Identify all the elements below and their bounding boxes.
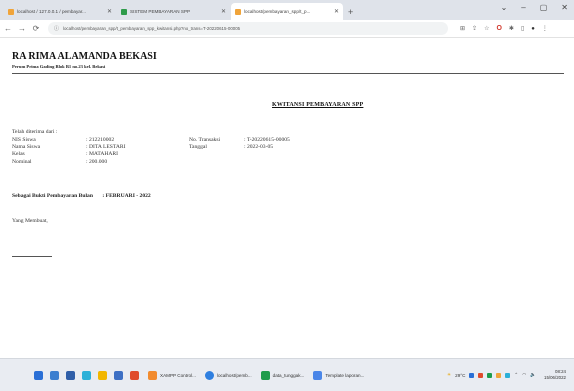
share-icon[interactable]: ⇪ (472, 25, 477, 32)
browser-tab-strip: localhost / 127.0.0.1 / pembayar... ✕ SI… (0, 0, 574, 20)
system-tray: ☀ 29°C ⌃ ◠ 🔈 08:24 15/06/2022 (447, 369, 566, 381)
receipt-page: RA RIMA ALAMANDA BEKASI Perum Prima Gadi… (0, 38, 574, 358)
back-arrow-icon[interactable]: ← (2, 24, 14, 33)
extension-red-icon[interactable]: O (496, 25, 501, 32)
reload-icon[interactable]: ⟳ (30, 24, 42, 33)
tab-title: SISTEM PEMBAYARAN SPP (130, 9, 191, 14)
student-name-value: : DITA LESTARI (86, 144, 126, 150)
taskbar: XAMPP Control... localhost/pemb... data_… (0, 358, 574, 391)
taskbar-app-icon[interactable] (66, 370, 75, 380)
forward-arrow-icon[interactable]: → (16, 24, 28, 33)
speaker-icon[interactable]: 🔈 (530, 372, 536, 378)
tab-title: localhost / 127.0.0.1 / pembayar... (17, 9, 86, 14)
clock[interactable]: 08:24 15/06/2022 (544, 369, 566, 381)
tray-app-icon[interactable] (505, 372, 511, 378)
store-icon[interactable] (114, 370, 123, 380)
extensions-area: ⊞ ⇪ ☆ O ✱ ▯ ● ⋮ (460, 25, 548, 32)
browser-toolbar: ← → ⟳ ⓘ localhost/pembayaran_spp/t_pemba… (0, 20, 574, 38)
nis-label: NIS Siswa (12, 137, 36, 143)
edge-icon[interactable] (82, 370, 91, 380)
close-window-icon[interactable]: ✕ (561, 3, 568, 12)
taskbar-app-chrome[interactable]: localhost/pemb... (204, 370, 252, 380)
browser-tab-phpmyadmin[interactable]: localhost / 127.0.0.1 / pembayar... ✕ (4, 3, 116, 20)
taskbar-app-excel[interactable]: data_tunggak... (260, 370, 305, 380)
payment-proof-label: Sebagai Bukti Pembayaran Bulan (12, 193, 93, 199)
nis-value: : 212210002 (86, 137, 115, 143)
browser-tab-kwitansi-active[interactable]: localhost/pembayaran_spp/t_p... ✕ (231, 3, 343, 20)
tray-app-icon[interactable] (469, 372, 475, 378)
received-from-label: Telah diterima dari : (12, 129, 58, 135)
profile-avatar-icon[interactable]: ● (531, 26, 535, 32)
tray-app-icon[interactable] (487, 372, 493, 378)
date-value: : 2022-03-05 (244, 144, 274, 150)
weather-text: 29°C (455, 372, 466, 378)
start-menu-icon[interactable] (34, 370, 43, 380)
payment-proof-line: Sebagai Bukti Pembayaran Bulan : FEBRUAR… (12, 193, 151, 199)
clock-date: 15/06/2022 (544, 375, 566, 380)
info-icon[interactable]: ⓘ (54, 25, 59, 32)
document-icon (313, 370, 323, 380)
date-label: Tanggal (189, 144, 207, 150)
class-label: Kelas (12, 151, 25, 157)
xampp-icon (148, 370, 157, 380)
translate-icon[interactable]: ⊞ (460, 25, 465, 32)
weather-icon[interactable]: ☀ (447, 372, 451, 378)
excel-icon (260, 370, 270, 380)
school-name: RA RIMA ALAMANDA BEKASI (12, 51, 157, 62)
extensions-puzzle-icon[interactable]: ✱ (509, 25, 514, 32)
nominal-value: : 200.000 (86, 159, 108, 165)
school-address: Perum Prima Gading Blok B1 no.23 kel. Be… (12, 64, 106, 69)
taskbar-app-label: localhost/pemb... (216, 372, 252, 378)
taskbar-app-label: Template laporan... (325, 372, 365, 378)
task-view-icon[interactable] (50, 370, 59, 380)
close-tab-icon[interactable]: ✕ (221, 8, 226, 15)
chrome-icon (204, 370, 214, 380)
tab-search-icon[interactable]: ⌄ (501, 3, 508, 12)
signer-label: Yang Membuat, (12, 218, 48, 224)
tab-favicon-icon (8, 8, 14, 15)
nominal-label: Nominal (12, 159, 32, 165)
wifi-icon[interactable]: ◠ (522, 372, 526, 378)
payment-proof-month: : FEBRUARI - 2022 (102, 193, 151, 199)
minimize-icon[interactable]: – (521, 3, 525, 12)
browser-tab-sistem-pembayaran[interactable]: SISTEM PEMBAYARAN SPP ✕ (117, 3, 230, 20)
new-tab-icon[interactable]: + (348, 7, 353, 17)
menu-dots-icon[interactable]: ⋮ (542, 25, 548, 32)
signature-line (12, 256, 52, 257)
maximize-icon[interactable]: ▢ (540, 3, 548, 12)
taskbar-app-xampp[interactable]: XAMPP Control... (148, 370, 196, 380)
bookmark-star-icon[interactable]: ☆ (484, 25, 489, 32)
tab-favicon-icon (121, 8, 127, 15)
window-controls: ⌄ – ▢ ✕ (501, 3, 568, 12)
tab-title: localhost/pembayaran_spp/t_p... (244, 9, 311, 14)
transaction-no-value: : T-20220615-00005 (244, 137, 290, 143)
taskbar-app-label: XAMPP Control... (160, 372, 196, 378)
transaction-no-label: No. Transaksi (189, 137, 221, 143)
class-value: : MATAHARI (86, 151, 119, 157)
tray-app-icon[interactable] (478, 372, 484, 378)
receipt-title: KWITANSI PEMBAYARAN SPP (272, 102, 364, 108)
address-text: localhost/pembayaran_spp/t_pembayaran_sp… (63, 26, 241, 31)
close-tab-icon[interactable]: ✕ (107, 8, 112, 15)
close-tab-icon[interactable]: ✕ (334, 8, 339, 15)
taskbar-app-template[interactable]: Template laporan... (313, 370, 365, 380)
tray-app-icon[interactable] (496, 372, 502, 378)
taskbar-app-label: data_tunggak... (272, 372, 305, 378)
tab-favicon-icon (235, 8, 241, 15)
sidebar-icon[interactable]: ▯ (521, 25, 524, 32)
chevron-up-icon[interactable]: ⌃ (514, 372, 518, 378)
address-bar[interactable]: ⓘ localhost/pembayaran_spp/t_pembayaran_… (48, 22, 448, 35)
header-divider (12, 73, 564, 74)
student-name-label: Nama Siswa (12, 144, 41, 150)
file-explorer-icon[interactable] (98, 370, 107, 380)
opera-icon[interactable] (130, 370, 139, 380)
